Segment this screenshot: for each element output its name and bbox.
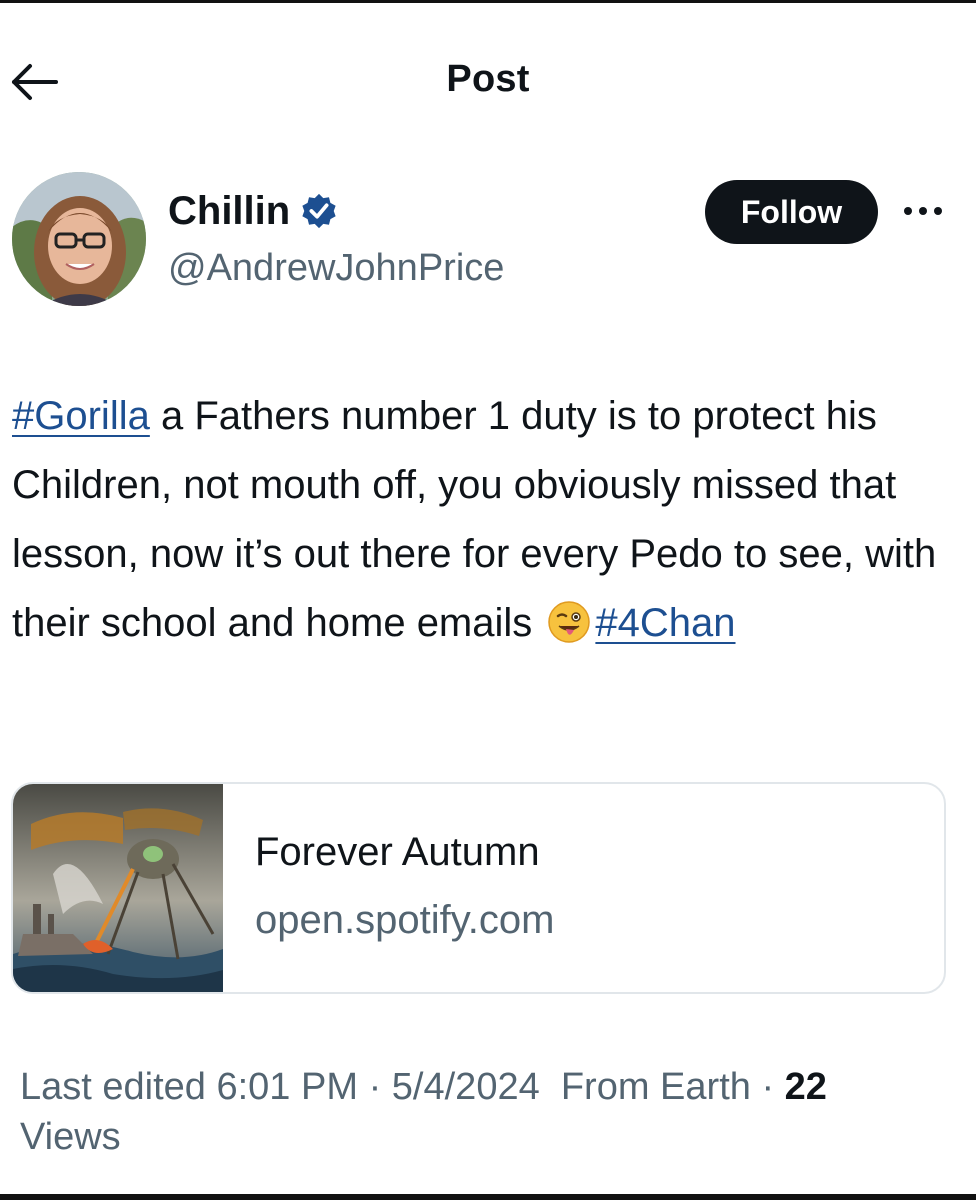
views-label: Views — [20, 1116, 121, 1158]
hashtag-4chan[interactable]: #4Chan — [595, 601, 735, 645]
views-count: 22 — [784, 1066, 827, 1108]
meta-separator-2: · — [761, 1066, 775, 1108]
post-body: a Fathers number 1 duty is to protect hi… — [12, 394, 937, 645]
link-card[interactable]: Forever Autumn open.spotify.com — [11, 782, 946, 994]
card-domain: open.spotify.com — [255, 898, 555, 942]
hashtag-gorilla[interactable]: #Gorilla — [12, 394, 150, 438]
meta-separator: · — [368, 1066, 382, 1108]
follow-button[interactable]: Follow — [705, 180, 878, 244]
page-title: Post — [446, 58, 530, 100]
profile-photo-icon — [12, 172, 146, 306]
post-source: From Earth — [560, 1066, 751, 1108]
header: Post — [0, 50, 976, 114]
post-time[interactable]: 6:01 PM — [216, 1066, 358, 1108]
avatar[interactable] — [12, 172, 146, 306]
more-horizontal-icon — [904, 207, 942, 215]
bottom-border — [0, 1194, 976, 1200]
verified-badge-icon — [302, 193, 336, 229]
post-meta: Last edited 6:01 PM · 5/4/2024 From Eart… — [20, 1062, 960, 1162]
display-name[interactable]: Chillin — [168, 188, 290, 234]
card-title: Forever Autumn — [255, 830, 540, 874]
author-name-row[interactable]: Chillin — [168, 188, 338, 234]
winking-face-with-tongue-icon — [548, 601, 591, 643]
more-options-button[interactable] — [900, 196, 946, 226]
post-text: #Gorilla a Fathers number 1 duty is to p… — [12, 382, 962, 658]
edited-label[interactable]: Last edited — [20, 1066, 206, 1108]
post-date[interactable]: 5/4/2024 — [392, 1066, 540, 1108]
top-border — [0, 0, 976, 3]
user-handle[interactable]: @AndrewJohnPrice — [168, 244, 504, 292]
album-art-icon — [13, 784, 223, 992]
